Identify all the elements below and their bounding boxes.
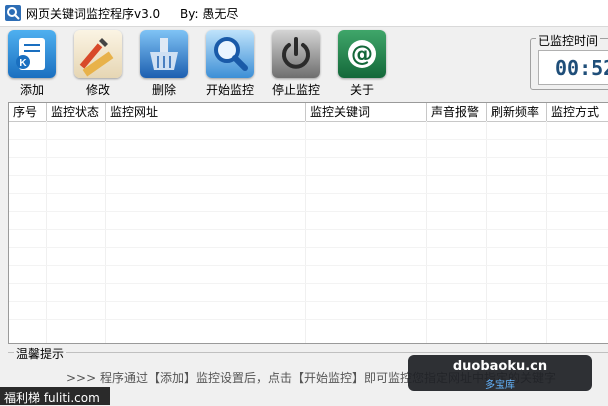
grid-line xyxy=(105,121,106,343)
site-watermark: duobaoku.cn 多宝库 xyxy=(408,355,592,391)
pencil-ruler-icon xyxy=(74,30,122,78)
grid-line xyxy=(305,121,306,343)
hint-label: 温馨提示 xyxy=(14,345,67,362)
start-monitor-button-label: 开始监控 xyxy=(205,83,254,97)
grid-line xyxy=(426,121,427,343)
grid-line xyxy=(9,247,608,248)
table-header: 序号 监控状态 监控网址 监控关键词 声音报警 刷新频率 监控方式 xyxy=(9,103,608,122)
about-button-label: 关于 xyxy=(349,83,374,97)
stop-monitor-button[interactable]: 停止监控 xyxy=(266,30,326,98)
grid-line xyxy=(46,121,47,343)
grid-line xyxy=(486,121,487,343)
grid-line xyxy=(9,229,608,230)
grid-line xyxy=(9,193,608,194)
delete-button[interactable]: 删除 xyxy=(134,30,194,98)
corner-watermark-text: 福利梯 fuliti.com xyxy=(4,391,100,405)
corner-watermark: 福利梯 fuliti.com xyxy=(0,387,110,405)
column-header-index[interactable]: 序号 xyxy=(9,103,47,121)
grid-line xyxy=(9,157,608,158)
grid-line xyxy=(9,265,608,266)
timer-label: 已监控时间 xyxy=(536,32,601,49)
grid-line xyxy=(9,319,608,320)
edit-button-label: 修改 xyxy=(85,83,110,97)
author-label: By: 愚无尽 xyxy=(180,7,239,21)
notepad-k-icon: K xyxy=(8,30,56,78)
magnifier-icon xyxy=(206,30,254,78)
title-bar: 网页关键词监控程序v3.0 By: 愚无尽 xyxy=(0,0,608,27)
stop-monitor-button-label: 停止监控 xyxy=(271,83,320,97)
column-header-monitor-mode[interactable]: 监控方式 xyxy=(547,103,608,121)
magnifier-app-icon xyxy=(5,5,21,21)
grid-line xyxy=(546,121,547,343)
grid-line xyxy=(9,211,608,212)
add-button[interactable]: K 添加 xyxy=(2,30,62,98)
column-header-refresh-rate[interactable]: 刷新频率 xyxy=(487,103,547,121)
grid-line xyxy=(9,301,608,302)
edit-button[interactable]: 修改 xyxy=(68,30,128,98)
grid-line xyxy=(9,283,608,284)
column-header-url[interactable]: 监控网址 xyxy=(106,103,306,121)
power-icon xyxy=(272,30,320,78)
column-header-sound-alarm[interactable]: 声音报警 xyxy=(427,103,487,121)
timer-value: 00:52 xyxy=(555,56,608,80)
site-watermark-sub: 多宝库 xyxy=(485,380,515,391)
monitor-list[interactable]: 序号 监控状态 监控网址 监控关键词 声音报警 刷新频率 监控方式 xyxy=(8,102,608,344)
at-sign-icon: @ xyxy=(338,30,386,78)
timer-display: 00:52 xyxy=(538,50,608,85)
delete-button-label: 删除 xyxy=(151,83,176,97)
add-button-label: 添加 xyxy=(19,83,44,97)
grid-line xyxy=(9,175,608,176)
window-title: 网页关键词监控程序v3.0 xyxy=(26,7,161,21)
svg-text:@: @ xyxy=(351,42,373,67)
start-monitor-button[interactable]: 开始监控 xyxy=(200,30,260,98)
svg-text:K: K xyxy=(19,58,27,69)
toolbar: K 添加 修改 删除 开始监控 停止监控 @ 关于 xyxy=(0,27,608,99)
column-header-status[interactable]: 监控状态 xyxy=(47,103,106,121)
grid-line xyxy=(9,139,608,140)
about-button[interactable]: @ 关于 xyxy=(332,30,392,98)
broom-icon xyxy=(140,30,188,78)
column-header-keyword[interactable]: 监控关键词 xyxy=(306,103,427,121)
site-watermark-name: duobaoku.cn xyxy=(452,359,548,374)
